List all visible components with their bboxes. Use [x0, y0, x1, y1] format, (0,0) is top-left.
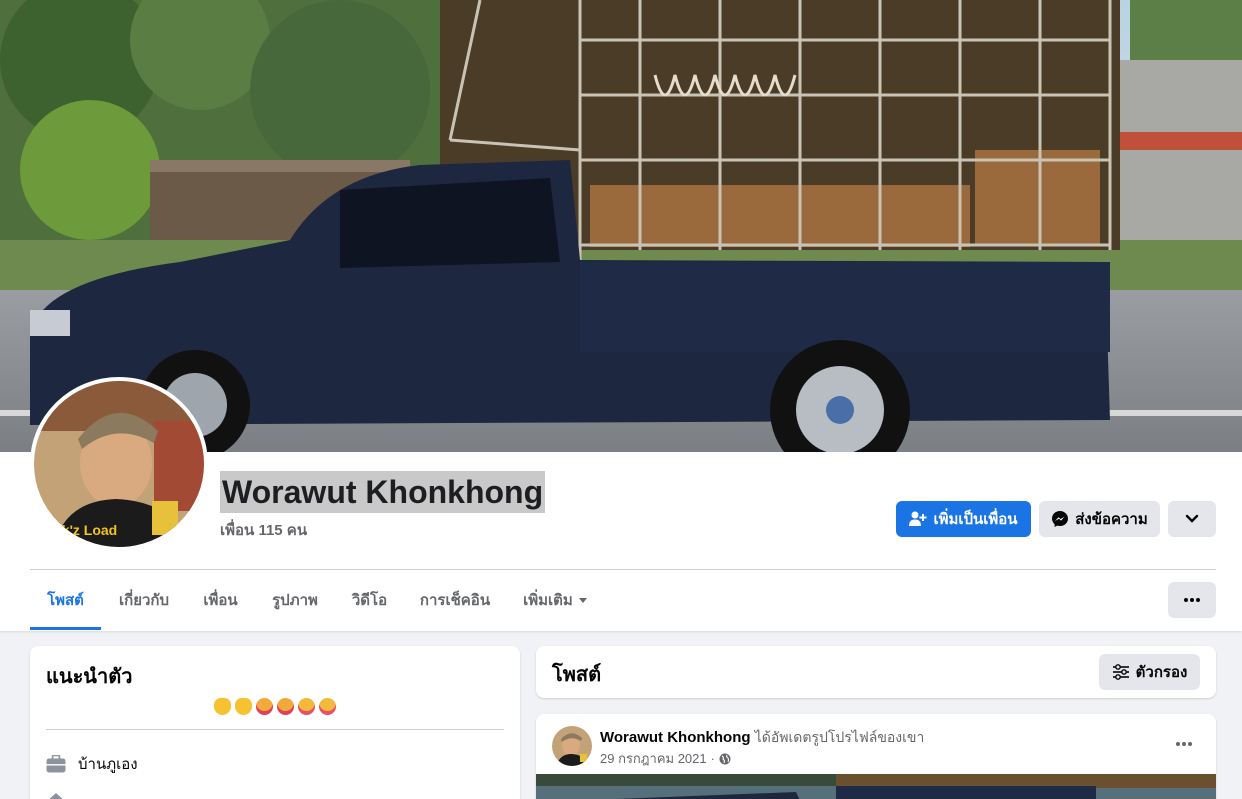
ellipsis-icon	[1176, 742, 1192, 746]
tab-checkins[interactable]: การเช็คอิน	[403, 570, 507, 630]
briefcase-icon	[46, 755, 66, 773]
cover-photo[interactable]	[0, 0, 1242, 452]
tab-videos[interactable]: วิดีโอ	[336, 570, 403, 630]
post-card: Worawut Khonkhong ได้อัพเดตรูปโปรไฟล์ของ…	[536, 714, 1216, 799]
posts-title: โพสต์	[552, 664, 602, 686]
intro-next-row	[46, 792, 346, 799]
star-eyes-emoji-icon	[277, 698, 294, 715]
more-options-button[interactable]	[1168, 582, 1216, 618]
meta-separator: ·	[710, 751, 715, 766]
post-action-text: ได้อัพเดตรูปโปรไฟล์ของเขา	[754, 729, 925, 745]
globe-icon	[719, 753, 731, 764]
profile-header: ck'z Load Worawut Khonkhong เพื่อน 115 ค…	[0, 0, 1242, 631]
profile-options-button[interactable]	[1168, 501, 1216, 537]
hand-emoji-icon	[235, 698, 252, 715]
post-options-button[interactable]	[1166, 730, 1202, 758]
message-label: ส่งข้อความ	[1075, 511, 1148, 528]
posts-header-card: โพสต์ ตัวกรอง	[536, 646, 1216, 698]
tab-label: เพิ่มเติม	[523, 592, 573, 609]
tongue-emoji-icon	[319, 698, 336, 715]
tab-label: เกี่ยวกับ	[118, 592, 170, 609]
tongue-emoji-icon	[298, 698, 315, 715]
profile-name: Worawut Khonkhong	[220, 471, 546, 513]
profile-avatar[interactable]: ck'z Load	[30, 377, 208, 551]
tab-label: การเช็คอิน	[419, 592, 491, 609]
intro-hometown: บ้านภูเอง	[46, 752, 138, 776]
svg-text:ck'z Load: ck'z Load	[54, 522, 117, 538]
caret-down-icon	[578, 597, 587, 603]
tab-photos[interactable]: รูปภาพ	[254, 570, 336, 630]
tab-label: วิดีโอ	[351, 592, 388, 609]
post-meta: 29 กรกฎาคม 2021 ·	[600, 748, 731, 769]
post-image[interactable]	[536, 774, 1216, 799]
bio-emojis	[30, 698, 520, 715]
post-header-line: Worawut Khonkhong ได้อัพเดตรูปโปรไฟล์ของ…	[600, 727, 924, 749]
star-eyes-emoji-icon	[256, 698, 273, 715]
filter-icon	[1112, 664, 1129, 680]
tab-label: เพื่อน	[203, 592, 238, 609]
tab-more[interactable]: เพิ่มเติม	[507, 570, 603, 630]
home-icon	[49, 793, 63, 799]
tab-label: โพสต์	[47, 592, 84, 609]
messenger-icon	[1052, 511, 1069, 527]
add-friend-button[interactable]: เพิ่มเป็นเพื่อน	[896, 501, 1031, 537]
add-friend-label: เพิ่มเป็นเพื่อน	[933, 511, 1018, 528]
hand-emoji-icon	[214, 698, 231, 715]
friends-count[interactable]: เพื่อน 115 คน	[220, 518, 307, 542]
tab-posts[interactable]: โพสต์	[30, 570, 101, 630]
chevron-down-icon	[1185, 514, 1199, 523]
post-author-name[interactable]: Worawut Khonkhong	[600, 729, 751, 746]
post-author-avatar[interactable]	[552, 726, 592, 766]
filter-label: ตัวกรอง	[1135, 664, 1188, 681]
intro-title: แนะนำตัว	[46, 666, 133, 688]
intro-divider	[46, 729, 504, 730]
post-date[interactable]: 29 กรกฎาคม 2021	[600, 748, 707, 769]
tab-label: รูปภาพ	[272, 592, 318, 609]
filter-button[interactable]: ตัวกรอง	[1099, 654, 1200, 690]
hometown-text: บ้านภูเอง	[78, 756, 138, 773]
intro-card: แนะนำตัว บ้านภูเอง	[30, 646, 520, 799]
add-friend-icon	[909, 511, 927, 526]
tab-friends[interactable]: เพื่อน	[187, 570, 254, 630]
message-button[interactable]: ส่งข้อความ	[1039, 501, 1160, 537]
tab-about[interactable]: เกี่ยวกับ	[101, 570, 187, 630]
ellipsis-icon	[1184, 598, 1200, 602]
